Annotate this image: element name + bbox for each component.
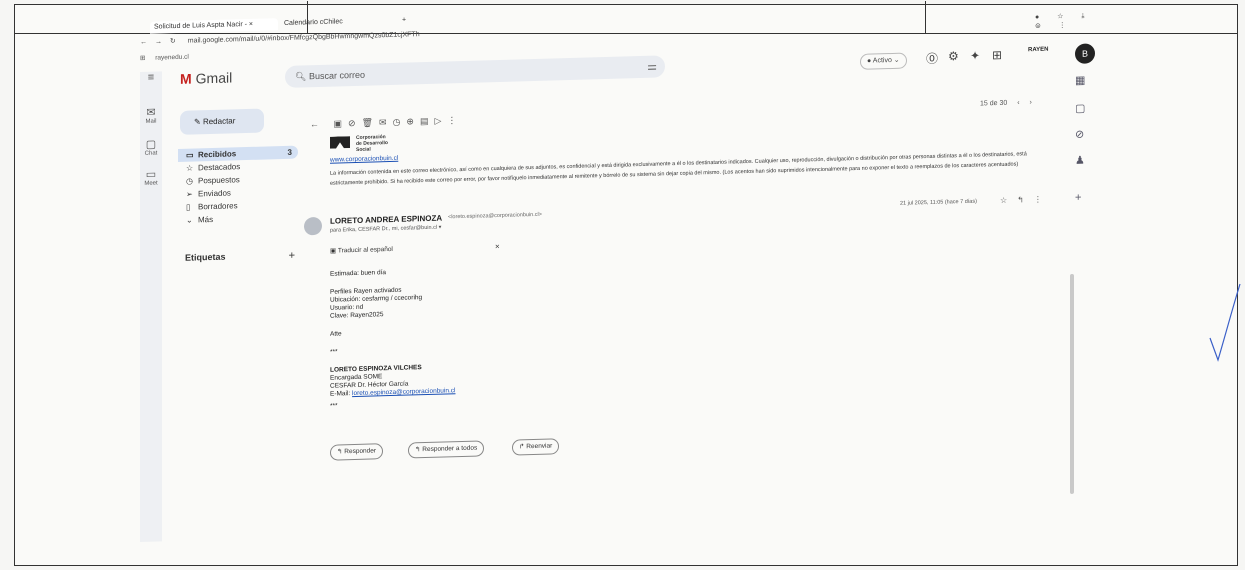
contacts-icon[interactable]: ♟ bbox=[1075, 154, 1085, 167]
back-arrow-icon[interactable]: ← bbox=[310, 119, 325, 129]
corp-logo: Corporación de Desarrollo Social bbox=[330, 131, 390, 155]
avatar[interactable]: B bbox=[1075, 43, 1095, 64]
bookmark-item[interactable]: rayenedu.cl bbox=[155, 54, 189, 62]
corp-name: Corporación de Desarrollo Social bbox=[356, 134, 388, 153]
corp-emblem bbox=[330, 136, 350, 149]
back-icon[interactable]: ← bbox=[140, 39, 147, 46]
reload-icon[interactable]: ↻ bbox=[170, 38, 176, 45]
unread-count: 3 bbox=[287, 147, 292, 157]
tasks-icon[interactable]: ⊘ bbox=[1075, 128, 1084, 141]
more-icon[interactable]: ⋮ bbox=[447, 115, 462, 125]
send-icon: ➢ bbox=[186, 189, 193, 199]
signature-name: LORETO ESPINOZA VILCHES bbox=[330, 364, 422, 374]
tab-calendar[interactable]: Calendario cChilec bbox=[280, 15, 398, 30]
labels-section: Etiquetas + bbox=[185, 249, 295, 263]
corp-link[interactable]: www.corporacionbuin.cl bbox=[330, 155, 398, 164]
reply-button[interactable]: ↰ Responder bbox=[330, 443, 384, 461]
task-icon[interactable]: ⊕ bbox=[406, 116, 420, 126]
forward-button[interactable]: ↱ Reenviar bbox=[512, 438, 560, 456]
pager: 15 de 30 ‹ › bbox=[980, 99, 1032, 108]
disclaimer-text: La información contenida en este correo … bbox=[330, 151, 1027, 187]
gemini-icon[interactable]: ✦ bbox=[970, 49, 980, 63]
star-icon: ☆ bbox=[186, 163, 194, 173]
chat-icon[interactable]: ▢ Chat bbox=[140, 137, 162, 157]
more-icon: ⋮ bbox=[1033, 194, 1052, 205]
message-body: Estimada: buen día Perfiles Rayen activa… bbox=[330, 260, 730, 411]
status-button[interactable]: ● Activo ⌄ bbox=[860, 52, 907, 70]
clock-icon: ◷ bbox=[186, 176, 193, 186]
message-actions[interactable]: ☆↰⋮ bbox=[1000, 195, 1052, 205]
brand-badge: RAYEN bbox=[1028, 46, 1049, 54]
prev-icon[interactable]: ‹ bbox=[1017, 99, 1019, 106]
compose-button[interactable]: ✎ Redactar bbox=[180, 108, 264, 135]
move-icon[interactable]: ▤ bbox=[420, 116, 435, 126]
tab-gmail[interactable]: Solicitud de Luis Aspta Nacir - × bbox=[150, 18, 278, 34]
settings-icon[interactable]: ⚙ bbox=[948, 49, 959, 63]
chevron-down-icon: ⌄ bbox=[186, 215, 193, 225]
sender-email: <loreto.espinoza@corporacionbuin.cl> bbox=[448, 211, 542, 221]
translate-bar[interactable]: ▣ Traducir al español × bbox=[330, 242, 510, 255]
mark-unread-icon[interactable]: ✉ bbox=[379, 117, 393, 127]
filter-icon[interactable]: ⚌ bbox=[647, 56, 657, 78]
scrollbar[interactable] bbox=[1070, 273, 1074, 495]
sender-name[interactable]: LORETO ANDREA ESPINOZA bbox=[330, 214, 442, 226]
search-icon: 🔍︎ bbox=[295, 71, 307, 82]
new-tab-button[interactable]: + bbox=[398, 14, 416, 27]
gmail-m-icon: M bbox=[180, 70, 192, 87]
header-actions: ● Activo ⌄ ⓪ ⚙ ✦ ⊞ RAYEN B bbox=[860, 42, 1140, 74]
add-addon-icon[interactable]: + bbox=[1075, 192, 1081, 204]
sidebar-item-more[interactable]: ⌄ Más bbox=[178, 211, 298, 227]
report-icon[interactable]: ⊘ bbox=[348, 118, 362, 128]
reply-icon: ↰ bbox=[1017, 195, 1034, 205]
close-icon[interactable]: × bbox=[495, 242, 500, 251]
inbox-icon: ▭ bbox=[186, 150, 194, 160]
add-label-icon[interactable]: + bbox=[289, 250, 295, 262]
snooze-icon[interactable]: ◷ bbox=[393, 117, 407, 127]
app-rail: ≡ ✉ Mail ▢ Chat ▭ Meet bbox=[140, 71, 162, 542]
meet-icon[interactable]: ▭ Meet bbox=[140, 167, 162, 187]
scanned-paper: Solicitud de Luis Aspta Nacir - × Calend… bbox=[0, 0, 1245, 570]
translate-icon: ▣ bbox=[330, 247, 338, 255]
handwritten-checkmark bbox=[1209, 283, 1241, 362]
menu-icon[interactable]: ≡ bbox=[140, 71, 162, 84]
reply-all-button[interactable]: ↰ Responder a todos bbox=[408, 440, 485, 459]
archive-icon[interactable]: ▣ bbox=[334, 118, 349, 128]
message-header: LORETO ANDREA ESPINOZA <loreto.espinoza@… bbox=[304, 195, 1052, 461]
tab-label: Calendario cChilec bbox=[284, 18, 343, 27]
message-toolbar: ← ▣⊘🗑︎✉◷⊕▤▷⋮ bbox=[310, 113, 550, 131]
next-icon[interactable]: › bbox=[1030, 99, 1032, 106]
calendar-icon[interactable]: ▦ bbox=[1075, 74, 1085, 87]
label-icon[interactable]: ▷ bbox=[434, 115, 447, 125]
mail-icon[interactable]: ✉ Mail bbox=[140, 105, 162, 125]
recipients[interactable]: para Erika, CESFAR Dr., mi, cesfar@buin.… bbox=[330, 225, 441, 234]
search-input[interactable]: Buscar correo bbox=[309, 70, 365, 82]
star-icon: ☆ bbox=[1000, 195, 1018, 205]
side-panel-icons: ▦ ▢ ⊘ ♟ + bbox=[1075, 73, 1095, 204]
help-icon[interactable]: ⓪ bbox=[926, 50, 938, 67]
apps-icon[interactable]: ⊞ bbox=[140, 55, 145, 62]
forward-icon[interactable]: → bbox=[155, 38, 162, 45]
message-date: 21 jul 2025, 11:05 (hace 7 días) bbox=[900, 198, 977, 207]
signature-email-link[interactable]: loreto.espinoza@corporacionbuin.cl bbox=[352, 387, 455, 397]
keep-icon[interactable]: ▢ bbox=[1075, 102, 1085, 115]
draft-icon: ▯ bbox=[186, 202, 191, 212]
folder-list: ▭ Recibidos 3 ☆ Destacados ◷ Pospuestos ➢ Env… bbox=[178, 145, 298, 227]
pencil-icon: ✎ bbox=[194, 117, 203, 127]
delete-icon[interactable]: 🗑︎ bbox=[362, 117, 379, 127]
apps-grid-icon[interactable]: ⊞ bbox=[992, 48, 1002, 62]
sender-avatar bbox=[304, 216, 322, 236]
tab-label: Solicitud de Luis Aspta Nacir - × bbox=[154, 20, 254, 31]
screenshot: Solicitud de Luis Aspta Nacir - × Calend… bbox=[140, 0, 1230, 550]
gmail-logo[interactable]: M Gmail bbox=[180, 69, 232, 86]
